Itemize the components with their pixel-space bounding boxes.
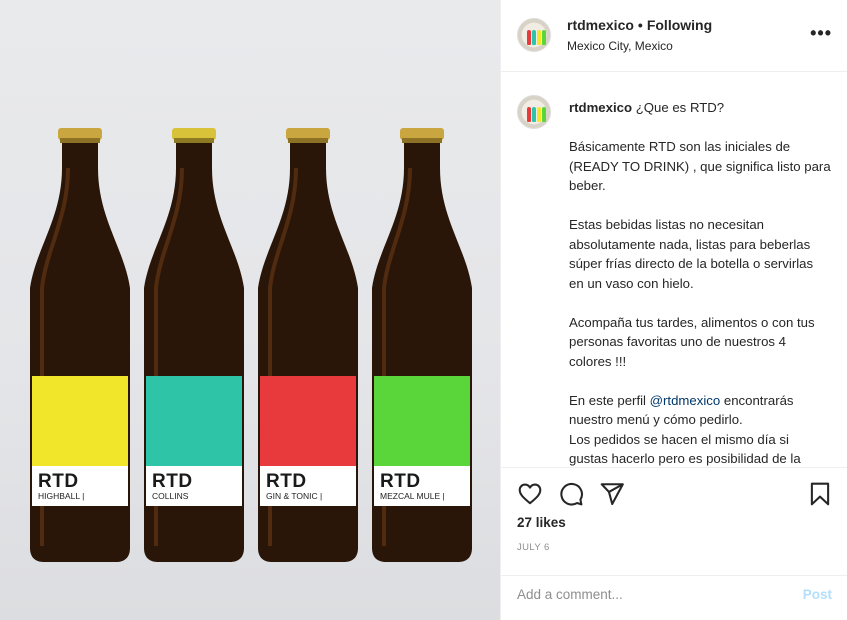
- bottle-highball: RTD HIGHBALL |: [24, 128, 136, 564]
- label-name: GIN & TONIC |: [266, 491, 323, 501]
- bottle-mezcal-mule: RTD MEZCAL MULE |: [366, 128, 478, 564]
- caption-paragraph: Estas bebidas listas no necesitan absolu…: [569, 217, 814, 291]
- label-name: COLLINS: [152, 491, 189, 501]
- share-icon[interactable]: [599, 481, 625, 507]
- comment-input[interactable]: Add a comment...: [517, 587, 623, 602]
- caption: rtdmexico ¿Que es RTD? Básicamente RTD s…: [501, 73, 847, 467]
- post-sidebar: rtdmexico • Following Mexico City, Mexico …: [500, 0, 847, 620]
- bottle-gin-tonic: RTD GIN & TONIC |: [252, 128, 364, 564]
- more-options-icon[interactable]: •••: [810, 24, 832, 42]
- post-button[interactable]: Post: [803, 587, 832, 602]
- bottle-label: RTD MEZCAL MULE |: [374, 376, 470, 506]
- bookmark-icon[interactable]: [807, 481, 833, 507]
- bottle-label: RTD GIN & TONIC |: [260, 376, 356, 506]
- color-swatch: [146, 376, 242, 466]
- color-swatch: [32, 376, 128, 466]
- label-brand: RTD: [266, 471, 307, 492]
- bottle-label: RTD HIGHBALL |: [32, 376, 128, 506]
- heart-icon[interactable]: [517, 481, 543, 507]
- bottle-label: RTD COLLINS: [146, 376, 242, 506]
- post-header: rtdmexico • Following Mexico City, Mexico …: [501, 0, 847, 72]
- label-brand: RTD: [152, 471, 193, 492]
- label-name: HIGHBALL |: [38, 491, 85, 501]
- post-photo[interactable]: RTD HIGHBALL | RTD COLLINS RTD GIN & TON…: [0, 0, 500, 620]
- separator-dot: •: [637, 17, 643, 33]
- caption-paragraph: Básicamente RTD son las iniciales de (RE…: [569, 139, 831, 193]
- caption-username[interactable]: rtdmexico: [569, 100, 632, 115]
- label-name: MEZCAL MULE |: [380, 491, 445, 501]
- avatar[interactable]: [517, 95, 551, 129]
- comment-box: Add a comment... Post: [501, 575, 847, 620]
- comment-icon[interactable]: [558, 481, 584, 507]
- label-brand: RTD: [380, 471, 421, 492]
- post-date[interactable]: JULY 6: [517, 542, 550, 553]
- caption-text: rtdmexico ¿Que es RTD? Básicamente RTD s…: [569, 98, 831, 467]
- bottle-collins: RTD COLLINS: [138, 128, 250, 564]
- caption-paragraph: Los pedidos se hacen el mismo día si gus…: [569, 431, 801, 467]
- caption-paragraph: Acompaña tus tardes, alimentos o con tus…: [569, 314, 815, 369]
- caption-text-segment: En este perfil: [569, 392, 650, 408]
- caption-title: ¿Que es RTD?: [635, 100, 725, 115]
- color-swatch: [260, 376, 356, 466]
- username-row: rtdmexico • Following: [567, 17, 712, 33]
- color-swatch: [374, 376, 470, 466]
- label-brand: RTD: [38, 471, 79, 492]
- action-bar: 27 likes JULY 6: [501, 467, 847, 575]
- username-link[interactable]: rtdmexico: [567, 17, 634, 33]
- mention-link[interactable]: @rtdmexico: [650, 393, 721, 408]
- location-link[interactable]: Mexico City, Mexico: [567, 39, 673, 53]
- avatar[interactable]: [517, 18, 551, 52]
- likes-count[interactable]: 27 likes: [517, 515, 566, 530]
- following-button[interactable]: Following: [647, 17, 712, 33]
